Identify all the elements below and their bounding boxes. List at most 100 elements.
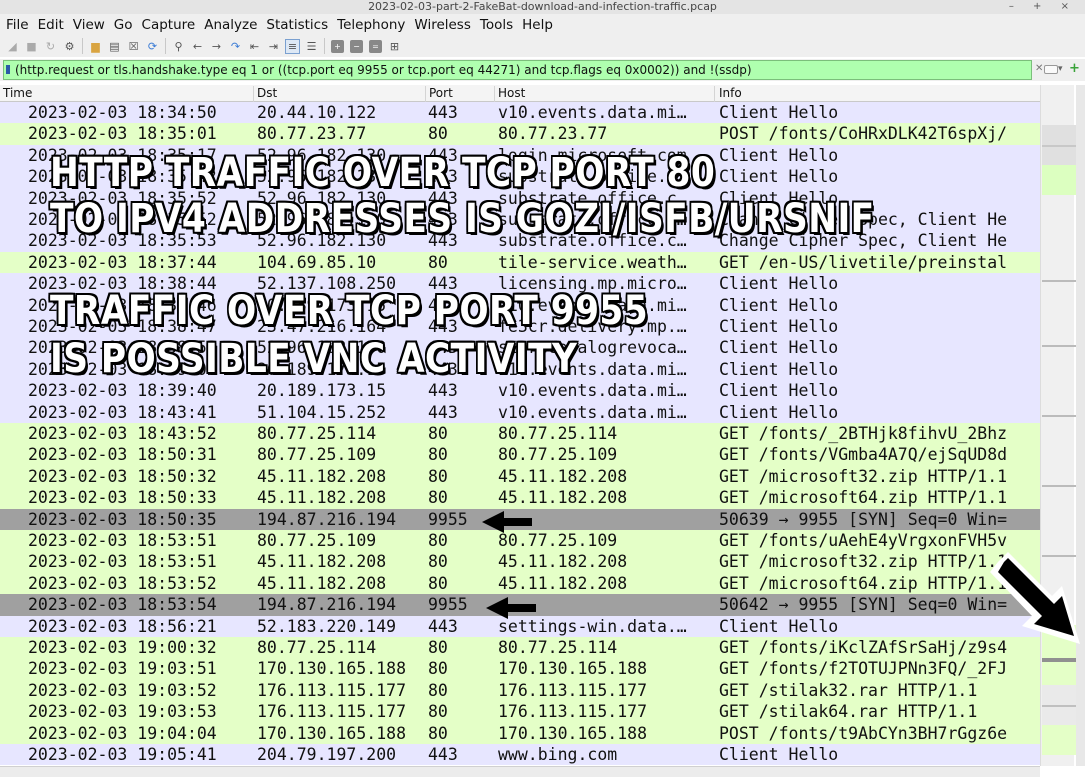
autoscroll-icon[interactable]: ≡ (285, 38, 300, 54)
packet-host: 80.77.25.109 (498, 445, 618, 465)
packet-dst: 45.11.182.208 (257, 552, 387, 572)
first-packet-icon[interactable]: ⇤ (248, 40, 261, 53)
packet-time: 2023-02-03 19:00:32 (28, 638, 217, 657)
packet-time: 2023-02-03 18:39:40 (28, 381, 217, 401)
apply-filter-icon[interactable]: + (1069, 62, 1081, 76)
packet-host: tile-service.weath… (498, 252, 687, 272)
menu-statistics[interactable]: Statistics (266, 17, 328, 33)
restart-icon[interactable]: ↻ (44, 40, 57, 53)
clear-filter-icon[interactable]: ✕ (1035, 64, 1043, 74)
packet-row[interactable]: 2023-02-03 18:50:33 45.11.182.208 80 45.11.… (0, 487, 1040, 509)
menu-go[interactable]: Go (114, 17, 133, 33)
packet-host: 45.11.182.208 (498, 573, 628, 593)
packet-info: Client Hello (719, 145, 839, 165)
packet-host: 176.113.115.177 (498, 680, 648, 700)
jump-icon[interactable]: ↷ (229, 40, 242, 53)
packet-row[interactable]: 2023-02-03 18:53:52 45.11.182.208 80 45.11.… (0, 572, 1040, 595)
packet-row[interactable]: 2023-02-03 19:03:52 176.113.115.177 80 176.… (0, 679, 1040, 702)
menu-analyze[interactable]: Analyze (204, 17, 257, 33)
column-separator[interactable] (253, 86, 254, 102)
reload-icon[interactable]: ⟳ (146, 40, 159, 53)
open-folder-icon[interactable]: ▆ (89, 40, 102, 53)
packet-row[interactable]: 2023-02-03 18:50:31 80.77.25.109 80 80.77.2… (0, 444, 1040, 466)
packet-dst: 20.189.173.15 (257, 381, 387, 401)
packet-row[interactable]: 2023-02-03 18:35:01 80.77.23.77 80 80.77.23… (0, 123, 1040, 145)
annotation-vnc-line2: IS POSSIBLE VNC ACTIVITY (50, 336, 578, 382)
packet-row[interactable]: 2023-02-03 19:03:53 176.113.115.177 80 176.… (0, 701, 1040, 723)
packet-time: 2023-02-03 18:56:21 (28, 616, 217, 636)
menu-edit[interactable]: Edit (38, 17, 64, 33)
menu-view[interactable]: View (73, 17, 105, 33)
packet-row[interactable]: 2023-02-03 18:43:52 80.77.25.114 80 80.77.2… (0, 423, 1040, 445)
column-port[interactable]: Port (429, 86, 453, 100)
file-icon[interactable]: ▤ (108, 40, 121, 53)
packet-row[interactable]: 2023-02-03 18:43:41 51.104.15.252 443 v10.e… (0, 401, 1040, 423)
column-separator[interactable] (425, 86, 426, 102)
menu-capture[interactable]: Capture (142, 17, 196, 33)
filter-bookmark-icon[interactable] (6, 65, 10, 74)
horizontal-scrollbar[interactable] (0, 766, 1040, 777)
packet-info: GET /microsoft64.zip HTTP/1.1 (719, 488, 1008, 508)
menu-telephony[interactable]: Telephony (337, 17, 405, 33)
packet-row[interactable]: 2023-02-03 19:05:41 204.79.197.200 443 www.… (0, 744, 1040, 766)
column-dst[interactable]: Dst (257, 86, 277, 100)
menu-wireless[interactable]: Wireless (414, 17, 471, 33)
column-host[interactable]: Host (498, 86, 525, 100)
packet-host: v10.events.data.mi… (498, 402, 687, 422)
packet-dst: 204.79.197.200 (257, 745, 397, 764)
packet-row[interactable]: 2023-02-03 18:50:32 45.11.182.208 80 45.11.… (0, 465, 1040, 488)
normal-size-icon[interactable]: = (369, 39, 382, 53)
packet-dst: 80.77.25.109 (257, 445, 377, 465)
packet-row[interactable]: 2023-02-03 18:37:44 104.69.85.10 80 tile-se… (0, 251, 1040, 274)
packet-port: 443 (428, 381, 458, 401)
shark-fin-icon[interactable]: ◢ (6, 40, 19, 53)
packet-row[interactable]: 2023-02-03 19:00:32 80.77.25.114 80 80.77.2… (0, 637, 1040, 659)
recent-filters-icon[interactable] (1044, 65, 1058, 74)
column-info[interactable]: Info (719, 86, 742, 100)
toolbar-separator (324, 38, 325, 54)
packet-host: v10.events.data.mi… (498, 381, 687, 401)
packet-time: 2023-02-03 18:37:44 (28, 252, 217, 272)
display-filter-input[interactable]: (http.request or tls.handshake.type eq 1… (3, 60, 1032, 80)
packet-dst: 104.69.85.10 (257, 252, 377, 272)
stop-icon[interactable]: ■ (25, 40, 38, 53)
packet-time: 2023-02-03 18:53:52 (28, 573, 217, 593)
options-gear-icon[interactable]: ⚙ (63, 40, 76, 53)
last-packet-icon[interactable]: ⇥ (267, 40, 280, 53)
packet-time: 2023-02-03 18:43:52 (28, 424, 217, 443)
packet-dst: 80.77.25.109 (257, 531, 377, 550)
packet-time: 2023-02-03 19:03:51 (28, 659, 217, 679)
menu-help[interactable]: Help (522, 17, 553, 33)
packet-minimap[interactable] (1042, 85, 1076, 766)
zoom-out-icon[interactable]: − (350, 39, 363, 53)
close-file-icon[interactable]: ☒ (127, 40, 140, 53)
zoom-in-icon[interactable]: + (331, 39, 344, 53)
packet-row[interactable]: 2023-02-03 18:34:50 20.44.10.122 443 v10.ev… (0, 102, 1040, 124)
packet-time: 2023-02-03 18:53:51 (28, 531, 217, 550)
packet-row[interactable]: 2023-02-03 18:53:51 45.11.182.208 80 45.11.… (0, 551, 1040, 573)
packet-dst: 176.113.115.177 (257, 702, 407, 722)
back-icon[interactable]: ← (191, 40, 204, 53)
packet-port: 80 (428, 638, 448, 657)
scrollbar-track[interactable] (1076, 85, 1085, 766)
packet-host: 170.130.165.188 (498, 723, 648, 743)
packet-row[interactable]: 2023-02-03 18:39:40 20.189.173.15 443 v10.e… (0, 380, 1040, 402)
packet-info: Client Hello (719, 338, 839, 358)
chevron-down-icon[interactable]: ▾ (1058, 63, 1066, 75)
search-icon[interactable]: ⚲ (172, 40, 185, 53)
packet-port: 443 (428, 103, 458, 122)
menu-file[interactable]: File (6, 17, 29, 33)
forward-icon[interactable]: → (210, 40, 223, 53)
resize-columns-icon[interactable]: ⊞ (388, 40, 401, 53)
packet-list-header: Time Dst Port Host Info (0, 85, 1040, 102)
column-separator[interactable] (714, 86, 715, 102)
colorize-icon[interactable]: ☰ (305, 40, 318, 53)
packet-info: Client Hello (719, 317, 839, 336)
packet-row[interactable]: 2023-02-03 19:04:04 170.130.165.188 80 170.… (0, 722, 1040, 744)
window-controls[interactable]: – + × (1009, 0, 1077, 14)
menu-tools[interactable]: Tools (480, 17, 513, 33)
packet-row[interactable]: 2023-02-03 19:03:51 170.130.165.188 80 170.… (0, 658, 1040, 680)
column-time[interactable]: Time (3, 86, 32, 100)
packet-info: 50639 → 9955 [SYN] Seq=0 Win= (719, 509, 1008, 529)
column-separator[interactable] (494, 86, 495, 102)
